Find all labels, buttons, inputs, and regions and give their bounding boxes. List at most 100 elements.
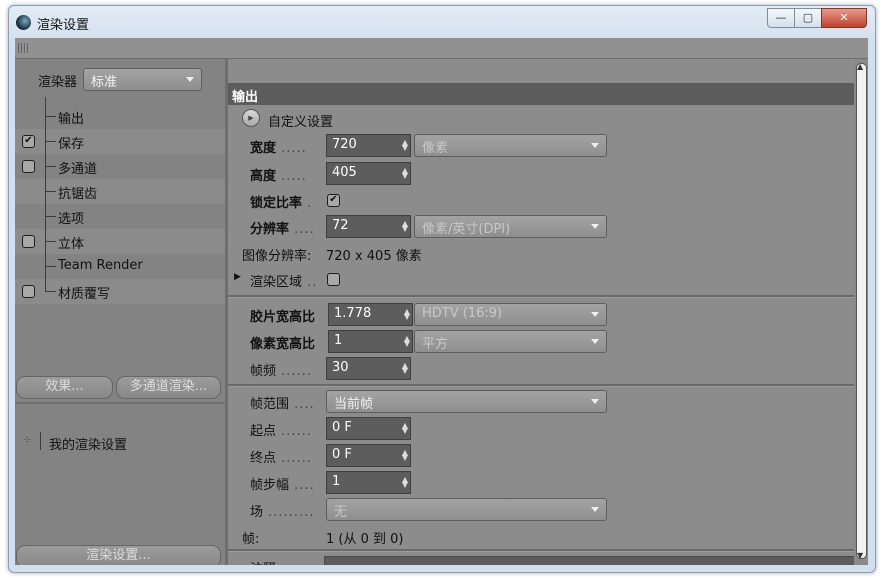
vertical-scrollbar[interactable]: ▲ ▼ — [854, 59, 868, 565]
tree-item-antialiasing[interactable]: 抗锯齿 — [15, 179, 225, 204]
chevron-down-icon — [591, 224, 599, 229]
frame-step-label: 帧步幅 — [250, 478, 290, 493]
frame-rate-label: 帧频 — [250, 364, 277, 379]
frame-range-dropdown[interactable]: 当前帧 — [326, 390, 607, 413]
spinner-icon: ▲ ▼ — [401, 166, 408, 180]
field-label: 场 — [250, 505, 264, 520]
start-input[interactable]: 0 F ▲ ▼ — [326, 417, 411, 440]
end-input[interactable]: 0 F ▲ ▼ — [326, 444, 411, 467]
end-row: 终点 ...... 0 F ▲ ▼ — [228, 443, 854, 467]
scroll-down-icon[interactable]: ▼ — [857, 551, 863, 560]
grip-icon[interactable] — [18, 43, 30, 53]
tree-item-stereo[interactable]: 立体 — [15, 229, 225, 254]
film-aspect-row: 胶片宽高比 1.778 ▲ ▼ HDTV (16:9) — [228, 302, 854, 326]
spinner-icon: ▲ ▼ — [403, 307, 410, 321]
chevron-down-icon — [591, 143, 599, 148]
chevron-down-icon — [591, 507, 599, 512]
section-header: 输出 — [228, 83, 854, 105]
maximize-button[interactable]: ▢ — [794, 8, 822, 28]
render-settings-window: 渲染设置 — ▢ ✕ 渲染器 标准 输出 ✔ 保存 多通道 抗锯齿 选项 立体 … — [8, 5, 876, 573]
notes-row: 注释 ..... — [228, 552, 856, 565]
expand-icon[interactable]: ⁘ — [23, 435, 31, 446]
renderer-label: 渲染器 — [38, 75, 78, 90]
frame-step-row: 帧步幅 .... 1 ▲ ▼ — [228, 470, 854, 494]
frames-label: 帧: — [242, 532, 260, 547]
frame-rate-row: 帧频 ...... 30 ▲ ▼ — [228, 356, 854, 380]
window-title: 渲染设置 — [37, 18, 90, 33]
chevron-down-icon — [591, 399, 599, 404]
title-bar[interactable]: 渲染设置 — ▢ ✕ — [9, 6, 875, 38]
resolution-row: 分辨率 .... 72 ▲ ▼ 像素/英寸(DPI) — [228, 214, 854, 238]
tree-item-multipass[interactable]: 多通道 — [15, 154, 225, 179]
film-aspect-input[interactable]: 1.778 ▲ ▼ — [328, 303, 413, 326]
render-region-checkbox[interactable] — [327, 273, 340, 286]
chevron-down-icon — [591, 339, 599, 344]
frame-range-label: 帧范围 — [250, 397, 290, 412]
lock-ratio-row: 锁定比率 . ✔ — [228, 188, 854, 212]
pixel-aspect-dropdown[interactable]: 平方 — [414, 330, 607, 353]
tree-item-label: Team Render — [58, 258, 143, 273]
scrollbar-thumb[interactable] — [856, 63, 867, 559]
preset-name: 我的渲染设置 — [49, 438, 128, 453]
frame-step-input[interactable]: 1 ▲ ▼ — [326, 471, 411, 494]
multipass-checkbox[interactable] — [22, 160, 35, 173]
frames-value: 1 (从 0 到 0) — [326, 532, 404, 547]
cinema4d-app-icon — [16, 15, 31, 30]
spinner-icon: ▲ ▼ — [401, 361, 408, 375]
image-resolution-label: 图像分辨率: — [242, 249, 312, 264]
save-checkbox[interactable]: ✔ — [22, 135, 35, 148]
minimize-button[interactable]: — — [767, 8, 795, 28]
divider — [228, 384, 854, 387]
width-unit-dropdown[interactable]: 像素 — [414, 134, 607, 157]
width-row: 宽度 ..... 720 ▲ ▼ 像素 — [228, 133, 854, 157]
play-icon[interactable]: ▶ — [242, 109, 260, 127]
frame-rate-input[interactable]: 30 ▲ ▼ — [326, 357, 411, 380]
width-input[interactable]: 720 ▲ ▼ — [326, 134, 411, 157]
effects-button[interactable]: 效果... — [16, 376, 113, 399]
multipass-render-button[interactable]: 多通道渲染... — [116, 376, 221, 399]
scroll-up-icon[interactable]: ▲ — [857, 62, 863, 71]
height-row: 高度 ..... 405 ▲ ▼ — [228, 161, 854, 185]
height-label: 高度 — [250, 169, 277, 184]
spinner-icon: ▲ ▼ — [401, 421, 408, 435]
preset-item[interactable]: ⁘ 我的渲染设置 — [23, 432, 223, 454]
lock-ratio-checkbox[interactable]: ✔ — [327, 194, 340, 207]
resolution-input[interactable]: 72 ▲ ▼ — [326, 215, 411, 238]
material-override-checkbox[interactable] — [22, 285, 35, 298]
tree-item-material-override[interactable]: 材质覆写 — [15, 279, 225, 304]
pixel-aspect-input[interactable]: 1 ▲ ▼ — [328, 330, 413, 353]
field-row: 场 ......... 无 — [228, 497, 854, 521]
pixel-aspect-label: 像素宽高比 — [250, 337, 316, 352]
tree-item-label: 多通道 — [58, 162, 98, 177]
divider — [228, 295, 854, 298]
renderer-value: 标准 — [91, 75, 118, 90]
height-input[interactable]: 405 ▲ ▼ — [326, 162, 411, 185]
image-resolution-row: 图像分辨率: 720 x 405 像素 — [228, 241, 854, 265]
frames-row: 帧: 1 (从 0 到 0) — [228, 524, 854, 548]
left-panel: 渲染器 标准 输出 ✔ 保存 多通道 抗锯齿 选项 立体 Team Render… — [15, 59, 225, 565]
chevron-down-icon — [186, 77, 194, 82]
render-region-row: ▶ 渲染区域 .. — [228, 267, 854, 291]
tree-item-label: 选项 — [58, 212, 85, 227]
tree-item-save[interactable]: ✔ 保存 — [15, 129, 225, 154]
divider — [15, 402, 225, 404]
field-dropdown[interactable]: 无 — [326, 498, 607, 521]
film-aspect-dropdown[interactable]: HDTV (16:9) — [414, 303, 607, 326]
tree-item-label: 输出 — [58, 112, 85, 127]
start-label: 起点 — [250, 424, 277, 439]
spinner-icon: ▲ ▼ — [401, 219, 408, 233]
resolution-unit-dropdown[interactable]: 像素/英寸(DPI) — [414, 215, 607, 238]
tree-item-output[interactable]: 输出 — [15, 104, 225, 129]
tree-item-options[interactable]: 选项 — [15, 204, 225, 229]
tree-item-label: 材质覆写 — [58, 287, 111, 302]
expand-arrow-icon[interactable]: ▶ — [234, 272, 241, 282]
frame-range-row: 帧范围 .... 当前帧 — [228, 389, 854, 413]
render-settings-button[interactable]: 渲染设置... — [16, 545, 221, 565]
close-button[interactable]: ✕ — [821, 8, 867, 28]
image-resolution-value: 720 x 405 像素 — [326, 249, 422, 264]
tree-item-team-render[interactable]: Team Render — [15, 254, 225, 279]
render-region-label: 渲染区域 — [250, 275, 303, 290]
notes-field[interactable] — [324, 556, 856, 565]
stereo-checkbox[interactable] — [22, 235, 35, 248]
renderer-dropdown[interactable]: 标准 — [83, 68, 202, 91]
